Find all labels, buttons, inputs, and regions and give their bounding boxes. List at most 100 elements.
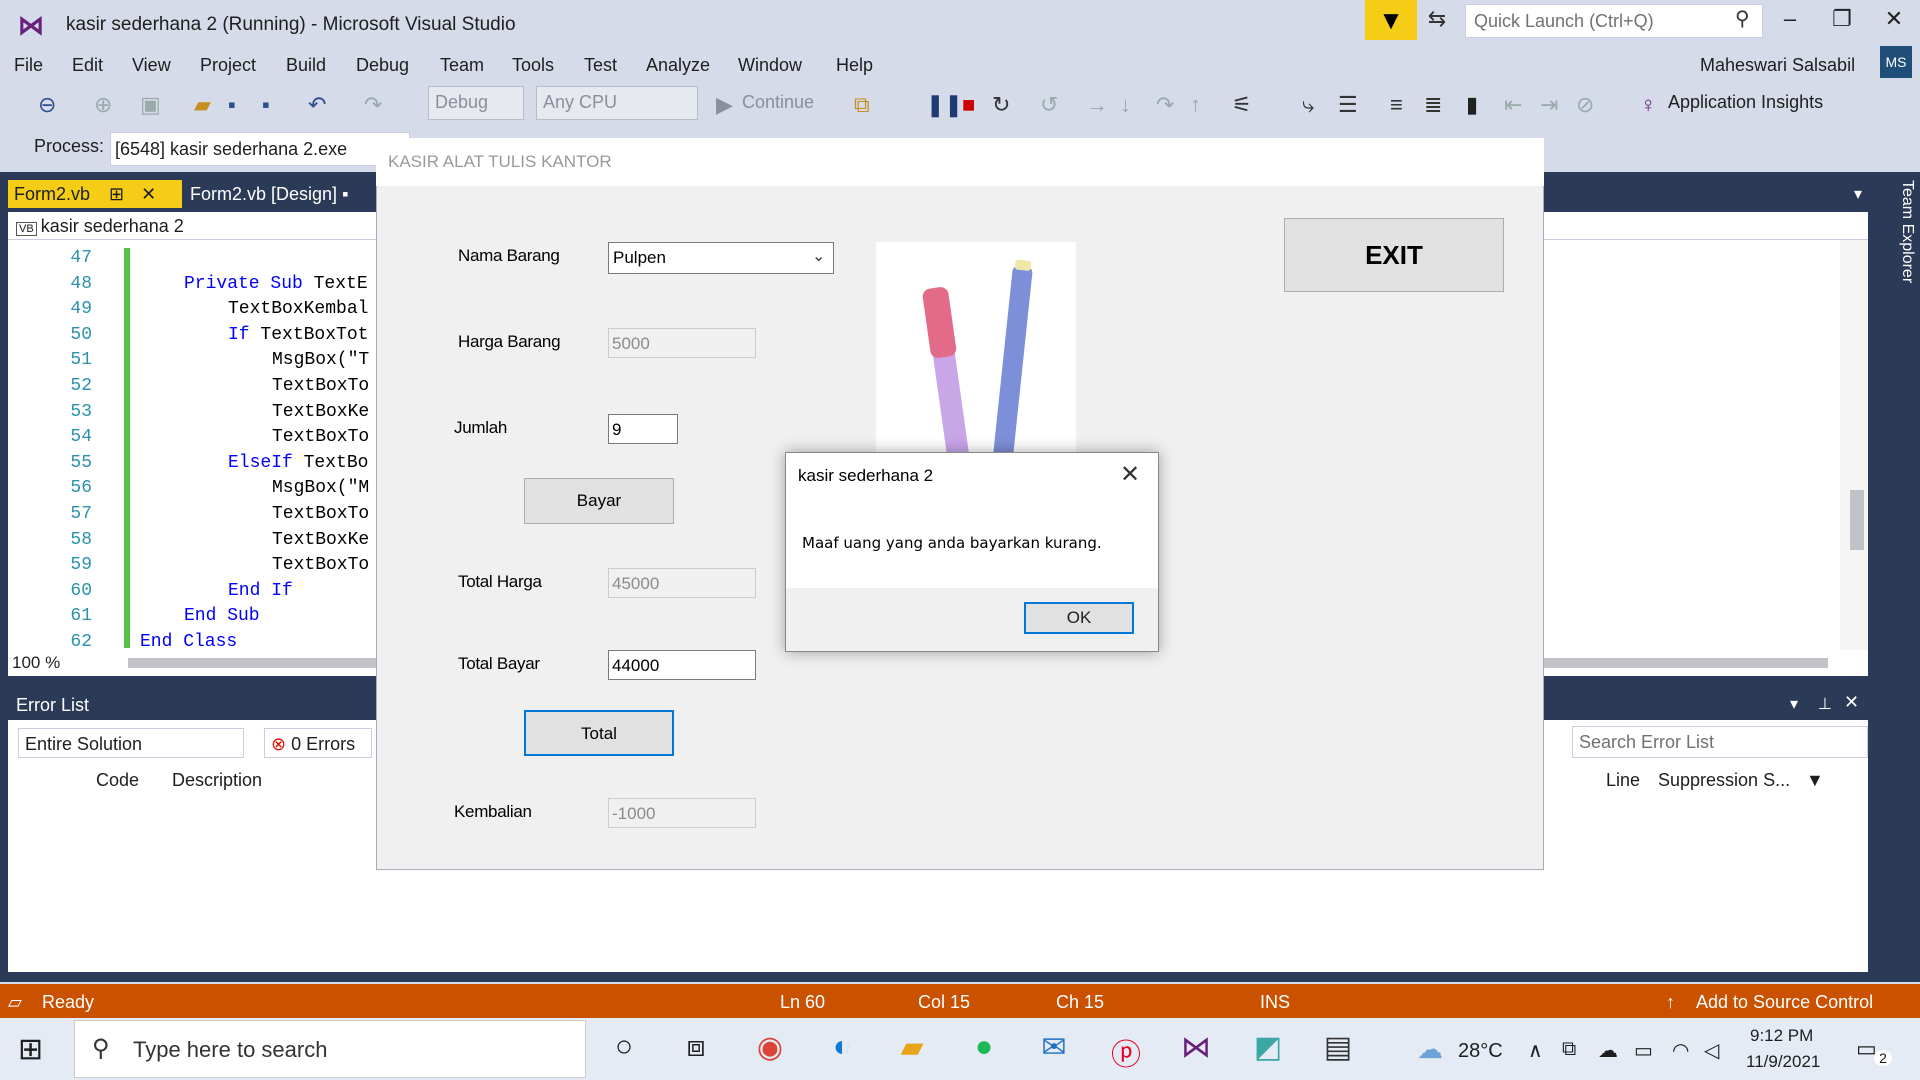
add-to-source-control-button[interactable]: Add to Source Control	[1696, 992, 1873, 1013]
task-view-icon[interactable]: ⧈	[674, 1030, 718, 1070]
menu-analyze[interactable]: Analyze	[646, 52, 710, 78]
step-over-icon[interactable]: ↷	[1156, 92, 1174, 118]
attach-icon[interactable]: ⧉	[854, 92, 870, 118]
breakpoints-icon[interactable]: ⚟	[1232, 92, 1252, 118]
tab-overflow-icon[interactable]: ▾	[1854, 184, 1862, 204]
scrollbar-thumb[interactable]	[1850, 490, 1864, 550]
menu-file[interactable]: File	[14, 52, 43, 78]
avatar[interactable]: MS	[1880, 46, 1912, 78]
continue-icon[interactable]: ▶	[716, 92, 733, 118]
total-bayar-field[interactable]: 44000	[608, 650, 756, 680]
restore-button[interactable]: ❐	[1822, 6, 1862, 36]
menu-build[interactable]: Build	[286, 52, 326, 78]
file-explorer-icon[interactable]: ▰	[890, 1030, 934, 1070]
code-line[interactable]: Private Sub TextE	[184, 274, 368, 294]
close-button[interactable]: ✕	[1874, 6, 1914, 36]
bookmark-icon[interactable]: ▮	[1466, 92, 1478, 118]
feedback-icon[interactable]: ⇆	[1420, 6, 1454, 36]
taskbar-search-input[interactable]: Type here to search	[74, 1020, 586, 1078]
stack-icon[interactable]: ☰	[1338, 92, 1358, 118]
menu-view[interactable]: View	[132, 52, 171, 78]
battery-icon[interactable]: ▭	[1634, 1038, 1653, 1063]
error-search-input[interactable]: Search Error List	[1572, 726, 1868, 758]
menu-edit[interactable]: Edit	[72, 52, 103, 78]
zoom-select[interactable]: 100 %	[8, 650, 100, 676]
save-icon[interactable]: ▪	[228, 92, 236, 118]
code-line[interactable]: ElseIf TextBo	[228, 453, 368, 473]
wifi-icon[interactable]: ◠	[1672, 1038, 1689, 1063]
pin-icon[interactable]: ⊞	[109, 184, 124, 204]
minimize-button[interactable]: –	[1770, 6, 1810, 36]
code-line[interactable]: End Sub	[184, 606, 260, 626]
chevron-down-icon[interactable]: ⌄	[812, 246, 825, 266]
filter-icon[interactable]: ▼	[1806, 770, 1824, 791]
kembalian-field[interactable]: -1000	[608, 798, 756, 828]
running-form-icon[interactable]: ▤	[1316, 1030, 1360, 1070]
weather-icon[interactable]: ☁	[1408, 1034, 1452, 1074]
total-button[interactable]: Total	[524, 710, 674, 756]
step-out-icon[interactable]: ↑	[1190, 92, 1201, 118]
windows-start-icon[interactable]: ⊞	[18, 1032, 43, 1067]
menu-team[interactable]: Team	[440, 52, 484, 78]
save-all-icon[interactable]: ▪	[262, 92, 270, 118]
chevron-up-icon[interactable]: ∧	[1528, 1038, 1543, 1063]
harga-barang-field[interactable]: 5000	[608, 328, 756, 358]
dropdown-icon[interactable]: ▾	[1790, 694, 1798, 714]
code-line[interactable]: TextBoxTo	[272, 427, 369, 447]
redo-icon[interactable]: ↷	[364, 92, 382, 118]
vertical-scrollbar[interactable]	[1840, 240, 1868, 650]
application-insights-button[interactable]: Application Insights	[1668, 92, 1823, 113]
code-line[interactable]: End Class	[140, 632, 237, 652]
code-line[interactable]: TextBoxTo	[272, 504, 369, 524]
clock-time[interactable]: 9:12 PM	[1750, 1026, 1813, 1046]
step-into-icon[interactable]: ↓	[1120, 92, 1131, 118]
platform-select[interactable]: Any CPU	[536, 86, 698, 120]
continue-button[interactable]: Continue	[742, 92, 814, 113]
nama-barang-select[interactable]: Pulpen	[608, 242, 834, 274]
device-icon[interactable]: ⧉	[1562, 1038, 1576, 1061]
menu-project[interactable]: Project	[200, 52, 256, 78]
chrome-icon[interactable]: ◉	[748, 1030, 792, 1070]
column-line[interactable]: Line	[1606, 770, 1640, 791]
quick-launch-input[interactable]: Quick Launch (Ctrl+Q)	[1465, 4, 1763, 38]
menu-tools[interactable]: Tools	[512, 52, 554, 78]
visual-studio-icon[interactable]: ⋈	[1174, 1030, 1218, 1070]
tab-close-icon[interactable]: ✕	[141, 184, 156, 204]
volume-icon[interactable]: ◁	[1704, 1038, 1719, 1063]
new-project-icon[interactable]: ▣	[140, 92, 161, 118]
upload-icon[interactable]: ↑	[1666, 992, 1675, 1013]
clock-date[interactable]: 11/9/2021	[1746, 1052, 1820, 1072]
tab-form2-vb[interactable]: Form2.vb ⊞ ✕	[8, 180, 182, 208]
code-line[interactable]: TextBoxKe	[272, 402, 369, 422]
onedrive-icon[interactable]: ☁	[1598, 1038, 1618, 1063]
bayar-button[interactable]: Bayar	[524, 478, 674, 524]
cortana-icon[interactable]: ○	[602, 1030, 646, 1070]
menu-test[interactable]: Test	[584, 52, 617, 78]
edge-icon[interactable]: ◐	[820, 1030, 864, 1070]
code-line[interactable]: TextBoxKe	[272, 530, 369, 550]
next-bookmark-icon[interactable]: ⇥	[1540, 92, 1558, 118]
code-line[interactable]: TextBoxTo	[272, 555, 369, 575]
open-folder-icon[interactable]: ▰	[194, 92, 211, 118]
errors-filter-button[interactable]: ⊗ 0 Errors	[264, 728, 372, 758]
pin-icon[interactable]: ⊥	[1818, 694, 1832, 714]
pause-icon[interactable]: ❚❚	[926, 92, 963, 118]
team-explorer-tab[interactable]: Team Explorer	[1888, 180, 1916, 310]
process-select[interactable]: [6548] kasir sederhana 2.exe	[110, 132, 410, 166]
code-line[interactable]: TextBoxTo	[272, 376, 369, 396]
code-line[interactable]: End If	[228, 581, 293, 601]
code-line[interactable]: TextBoxKembal	[228, 299, 368, 319]
outdent-icon[interactable]: ≣	[1424, 92, 1442, 118]
code-line[interactable]: If TextBoxTot	[228, 325, 368, 345]
pinterest-icon[interactable]: ⓟ	[1104, 1030, 1148, 1072]
prev-bookmark-icon[interactable]: ⇤	[1504, 92, 1522, 118]
menu-help[interactable]: Help	[836, 52, 873, 78]
menu-window[interactable]: Window	[738, 52, 802, 78]
clear-bookmark-icon[interactable]: ⊘	[1576, 92, 1594, 118]
search-icon[interactable]: ⚲	[1735, 6, 1750, 31]
jumlah-field[interactable]: 9	[608, 414, 678, 444]
menu-debug[interactable]: Debug	[356, 52, 409, 78]
column-code[interactable]: Code	[96, 770, 139, 791]
user-name[interactable]: Maheswari Salsabil	[1700, 52, 1855, 78]
indent-icon[interactable]: ≡	[1390, 92, 1403, 118]
